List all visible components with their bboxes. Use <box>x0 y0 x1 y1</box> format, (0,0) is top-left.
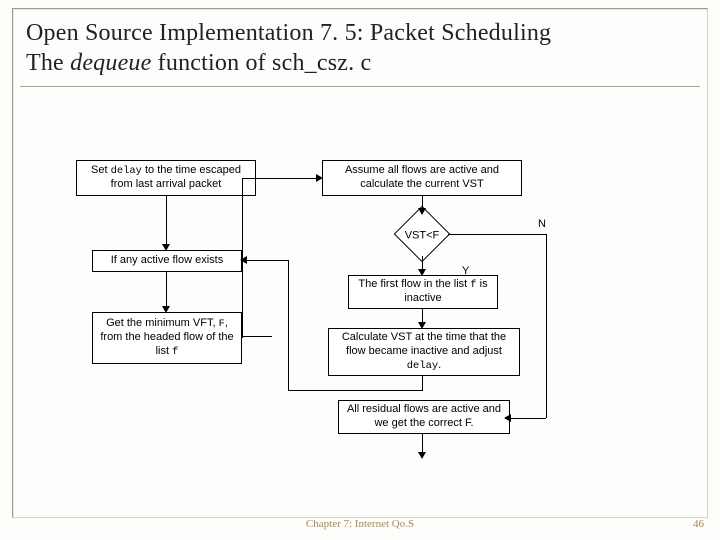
arrow-down-icon <box>418 452 426 459</box>
edge <box>288 390 423 391</box>
edge-label-n: N <box>538 218 546 230</box>
node-get-min-text: Get the minimum VFT, F, from the headed … <box>99 317 235 359</box>
title-line-2-post: function of sch_csz. c <box>151 50 371 76</box>
t: . <box>438 359 441 371</box>
title-line-2-emph: dequeue <box>70 50 151 76</box>
node-assume-all: Assume all flows are active and calculat… <box>322 160 522 196</box>
t: delay <box>407 360 438 372</box>
edge <box>546 234 547 418</box>
node-any-active: If any active flow exists <box>92 250 242 272</box>
edge <box>242 336 272 337</box>
t: Calculate VST at the time that the flow … <box>342 331 506 357</box>
node-first-inactive: The first flow in the list f is inactive <box>348 275 498 309</box>
t: Assume all flows are active and calculat… <box>329 164 515 192</box>
title-line-2-pre: The <box>26 50 70 76</box>
footer-chapter: Chapter 7: Internet Qo.S <box>0 518 720 530</box>
arrow-down-icon <box>418 269 426 276</box>
t: All residual flows are active and we get… <box>345 403 503 431</box>
edge <box>246 260 288 261</box>
t: delay <box>111 165 142 177</box>
edge <box>242 178 316 179</box>
title-underline <box>20 86 700 87</box>
title-line-1: Open Source Implementation 7. 5: Packet … <box>26 20 551 46</box>
node-residual: All residual flows are active and we get… <box>338 400 510 434</box>
node-get-min-vft: Get the minimum VFT, F, from the headed … <box>92 312 242 364</box>
node-first-inactive-text: The first flow in the list f is inactive <box>355 278 491 306</box>
edge <box>448 234 546 235</box>
arrow-right-icon <box>316 174 323 182</box>
flowchart: Set delay to the time escaped from last … <box>70 140 650 480</box>
t: If any active flow exists <box>111 254 224 268</box>
node-set-delay-text: Set delay to the time escaped from last … <box>83 164 249 192</box>
arrow-left-icon <box>504 414 511 422</box>
decision-text: VST<F <box>382 229 462 241</box>
arrow-down-icon <box>162 244 170 251</box>
arrow-down-icon <box>418 208 426 215</box>
footer-page-number: 46 <box>693 518 704 530</box>
t: Get the minimum VFT, <box>106 317 218 329</box>
t: f <box>172 346 178 358</box>
edge <box>288 260 289 390</box>
edge <box>166 196 167 246</box>
edge <box>510 418 546 419</box>
node-calc-vst-text: Calculate VST at the time that the flow … <box>335 331 513 373</box>
page-title: Open Source Implementation 7. 5: Packet … <box>26 18 696 78</box>
t: The first flow in the list <box>358 278 470 290</box>
node-calc-vst: Calculate VST at the time that the flow … <box>328 328 520 376</box>
edge <box>422 434 423 454</box>
edge <box>166 272 167 308</box>
arrow-down-icon <box>418 322 426 329</box>
arrow-left-icon <box>240 256 247 264</box>
node-set-delay: Set delay to the time escaped from last … <box>76 160 256 196</box>
t: Set <box>91 164 111 176</box>
arrow-down-icon <box>162 306 170 313</box>
edge-label-y: Y <box>462 265 469 277</box>
edge <box>422 376 423 390</box>
